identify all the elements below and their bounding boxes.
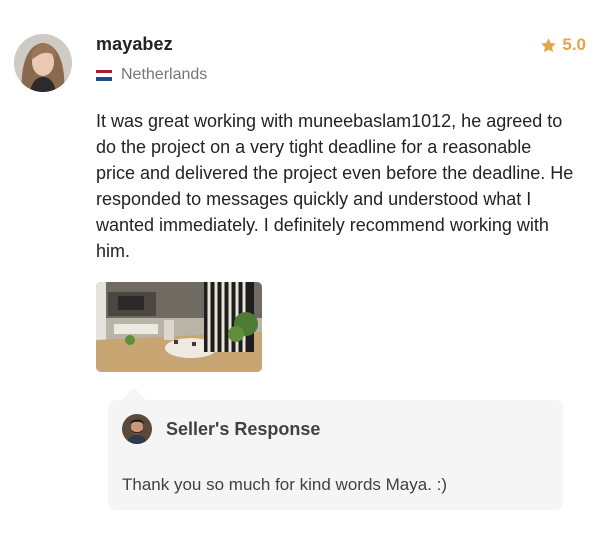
seller-response-title: Seller's Response [166,419,321,439]
star-icon [541,37,557,52]
seller-avatar[interactable] [122,414,152,444]
review-rating: 5.0 [540,35,586,55]
reviewer-country: Netherlands [96,66,207,84]
seller-response-text: Thank you so much for kind words Maya. :… [122,475,448,494]
netherlands-flag-icon [96,69,112,81]
review-image-thumbnail[interactable] [96,282,262,372]
review-text: It was great working with muneebaslam101… [96,111,574,261]
reviewer-avatar[interactable] [14,34,72,92]
reviewer-username[interactable]: mayabez [96,34,173,55]
rating-value: 5.0 [562,35,586,54]
country-name: Netherlands [121,66,208,83]
seller-response: Seller's Response Thank you so much for … [108,400,563,510]
